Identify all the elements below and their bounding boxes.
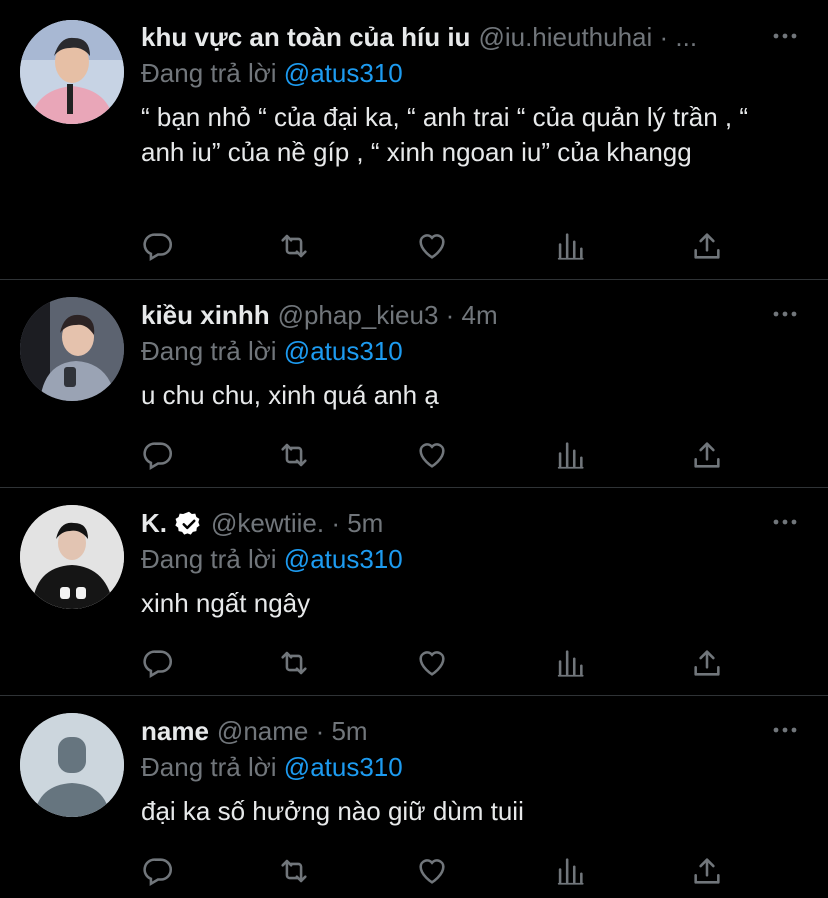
tweet-item[interactable]: khu vực an toàn của híu iu @iu.hieuthuha… (0, 0, 828, 280)
reply-mention-link[interactable]: @atus310 (284, 58, 403, 88)
like-icon[interactable] (415, 854, 449, 888)
reply-prefix: Đang trả lời (141, 58, 277, 88)
handle-meta[interactable]: @kewtiie. · 5m (211, 508, 383, 539)
reply-icon[interactable] (141, 646, 175, 680)
like-icon[interactable] (415, 229, 449, 263)
tweet-item[interactable]: K. @kewtiie. · 5m Đang trả lời @atus310 … (0, 488, 828, 696)
retweet-icon[interactable] (277, 646, 311, 680)
like-icon[interactable] (415, 438, 449, 472)
action-bar (141, 646, 741, 680)
more-icon[interactable] (772, 26, 798, 46)
handle-meta[interactable]: @name · 5m (217, 716, 368, 747)
tweet-text: “ bạn nhỏ “ của đại ka, “ anh trai “ của… (141, 102, 748, 167)
views-icon[interactable] (553, 438, 587, 472)
reply-mention-link[interactable]: @atus310 (284, 544, 403, 574)
action-bar (141, 854, 741, 888)
views-icon[interactable] (553, 646, 587, 680)
action-bar (141, 229, 741, 263)
retweet-icon[interactable] (277, 229, 311, 263)
reply-mention-link[interactable]: @atus310 (284, 336, 403, 366)
reply-icon[interactable] (141, 854, 175, 888)
reply-context: Đang trả lời @atus310 (141, 544, 403, 575)
reply-context: Đang trả lời @atus310 (141, 336, 403, 367)
like-icon[interactable] (415, 646, 449, 680)
default-avatar[interactable] (20, 713, 124, 817)
reply-mention-link[interactable]: @atus310 (284, 752, 403, 782)
reply-prefix: Đang trả lời (141, 336, 277, 366)
reply-prefix: Đang trả lời (141, 544, 277, 574)
handle-meta[interactable]: @phap_kieu3 · 4m (278, 300, 498, 331)
avatar[interactable] (20, 505, 124, 609)
more-icon[interactable] (772, 304, 798, 324)
display-name[interactable]: kiều xinhh (141, 300, 270, 331)
avatar[interactable] (20, 297, 124, 401)
retweet-icon[interactable] (277, 854, 311, 888)
display-name[interactable]: name (141, 716, 209, 747)
share-icon[interactable] (690, 438, 724, 472)
views-icon[interactable] (553, 229, 587, 263)
reply-context: Đang trả lời @atus310 (141, 58, 403, 89)
tweet-item[interactable]: kiều xinhh @phap_kieu3 · 4m Đang trả lời… (0, 280, 828, 488)
verified-badge-icon (175, 511, 200, 535)
tweet-text: u chu chu, xinh quá anh ạ (141, 380, 439, 410)
share-icon[interactable] (690, 854, 724, 888)
display-name[interactable]: K. (141, 508, 167, 539)
tweet-item[interactable]: name @name · 5m Đang trả lời @atus310 đạ… (0, 696, 828, 898)
avatar[interactable] (20, 20, 124, 124)
more-icon[interactable] (772, 720, 798, 740)
more-icon[interactable] (772, 512, 798, 532)
display-name[interactable]: khu vực an toàn của híu iu (141, 22, 470, 53)
share-icon[interactable] (690, 229, 724, 263)
views-icon[interactable] (553, 854, 587, 888)
tweet-text: xinh ngất ngây (141, 588, 311, 618)
reply-icon[interactable] (141, 438, 175, 472)
tweet-text: đại ka số hưởng nào giữ dùm tuii (141, 796, 524, 826)
retweet-icon[interactable] (277, 438, 311, 472)
action-bar (141, 438, 741, 472)
reply-context: Đang trả lời @atus310 (141, 752, 403, 783)
share-icon[interactable] (690, 646, 724, 680)
reply-icon[interactable] (141, 229, 175, 263)
handle-meta[interactable]: @iu.hieuthuhai · ... (478, 22, 697, 53)
reply-prefix: Đang trả lời (141, 752, 277, 782)
